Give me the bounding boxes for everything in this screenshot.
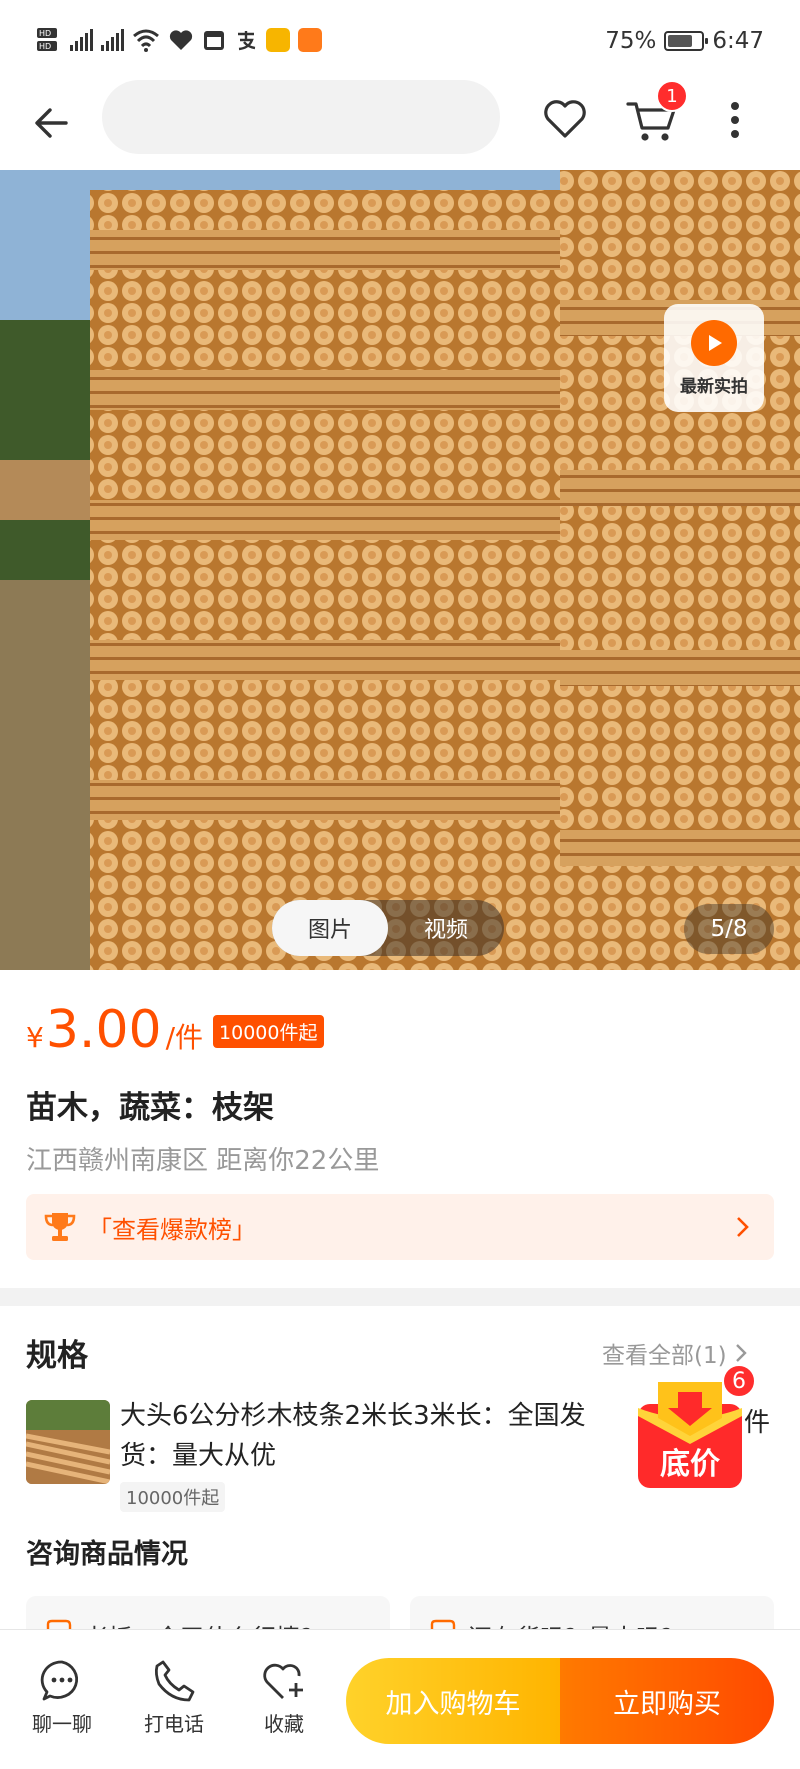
tab-video[interactable]: 视频 xyxy=(388,900,504,956)
hot-ranking-link[interactable]: 「查看爆款榜」 xyxy=(26,1194,774,1260)
signal-4g-icon xyxy=(101,29,124,51)
health-icon xyxy=(168,26,194,54)
more-vertical-icon[interactable] xyxy=(718,96,752,146)
product-image-gallery[interactable]: 最新实拍 图片 视频 5/8 xyxy=(0,170,800,970)
app-jar-icon xyxy=(266,28,290,52)
spec-item-name[interactable]: 大头6公分杉木枝条2米长3米长：全国发货：量大从优 xyxy=(120,1396,590,1476)
status-bar: HD HD 75% 6:47 xyxy=(0,0,800,80)
tab-photos[interactable]: 图片 xyxy=(272,900,388,956)
svg-text:HD: HD xyxy=(39,29,51,38)
top-nav: 1 xyxy=(0,80,800,170)
svg-text:HD: HD xyxy=(39,42,51,51)
heart-icon[interactable] xyxy=(540,94,590,144)
hd-sim-icon: HD HD xyxy=(36,26,62,54)
status-right: 75% 6:47 xyxy=(605,28,764,54)
price-value: 3.00 xyxy=(45,1000,162,1060)
buy-now-button[interactable]: 立即购买 xyxy=(560,1658,774,1744)
favorite-button[interactable]: 收藏 xyxy=(244,1658,324,1737)
clock: 6:47 xyxy=(712,28,764,54)
view-all-specs-link[interactable]: 查看全部(1) xyxy=(602,1336,749,1370)
product-title: 苗木，蔬菜：枝架 xyxy=(26,1090,274,1126)
spec-thumbnail[interactable] xyxy=(26,1400,110,1484)
wifi-icon xyxy=(132,26,160,54)
chat-icon xyxy=(40,1660,79,1701)
consult-title: 咨询商品情况 xyxy=(26,1539,188,1570)
moq-tag: 10000件起 xyxy=(213,1015,324,1048)
video-app-icon xyxy=(298,28,322,52)
media-type-toggle: 图片 视频 xyxy=(272,900,504,956)
phone-icon xyxy=(154,1660,195,1702)
search-input[interactable] xyxy=(102,80,500,154)
specs-card: 规格 查看全部(1) 大头6公分杉木枝条2米长3米长：全国发货：量大从优 件 1… xyxy=(0,1306,800,1676)
alipay-icon xyxy=(234,26,258,54)
price-row: ¥ 3.00 /件 10000件起 xyxy=(26,1000,324,1060)
chevron-right-icon xyxy=(737,1217,749,1237)
live-photo-button[interactable]: 最新实拍 xyxy=(664,304,764,412)
status-icons: HD HD xyxy=(36,26,322,54)
call-button[interactable]: 打电话 xyxy=(134,1658,214,1737)
promo-count-badge: 6 xyxy=(722,1364,756,1398)
signal-4g-icon xyxy=(70,29,93,51)
heart-add-icon xyxy=(263,1663,303,1699)
battery-percent: 75% xyxy=(605,28,657,54)
live-photo-label: 最新实拍 xyxy=(680,376,748,397)
spec-moq-tag: 10000件起 xyxy=(120,1482,226,1512)
trophy-icon xyxy=(44,1213,76,1241)
specs-title: 规格 xyxy=(26,1338,88,1374)
cart-count-badge: 1 xyxy=(656,80,688,112)
add-to-cart-button[interactable]: 加入购物车 xyxy=(346,1658,560,1744)
bottom-action-bar: 聊一聊 打电话 收藏 加入购物车 立即购买 xyxy=(0,1629,800,1769)
view-all-label: 查看全部(1) xyxy=(602,1343,727,1369)
product-info-card: ¥ 3.00 /件 10000件起 苗木，蔬菜：枝架 江西赣州南康区 距离你22… xyxy=(0,970,800,1288)
chat-button[interactable]: 聊一聊 xyxy=(22,1658,102,1737)
battery-icon xyxy=(664,31,709,51)
price-unit: /件 xyxy=(165,1021,204,1054)
battery-fill xyxy=(668,35,693,47)
play-icon xyxy=(691,319,737,366)
promo-label: 底价 xyxy=(660,1447,720,1482)
currency-symbol: ¥ xyxy=(26,1021,44,1054)
call-label: 打电话 xyxy=(144,1712,204,1736)
back-arrow-icon[interactable] xyxy=(28,98,78,148)
hot-ranking-label: 「查看爆款榜」 xyxy=(88,1215,256,1244)
product-photo xyxy=(0,170,800,970)
chevron-right-icon xyxy=(735,1344,747,1362)
seller-location: 江西赣州南康区 距离你22公里 xyxy=(26,1146,380,1176)
favorite-label: 收藏 xyxy=(264,1712,304,1736)
chat-label: 聊一聊 xyxy=(32,1712,92,1736)
image-counter: 5/8 xyxy=(684,904,774,954)
calendar-icon xyxy=(202,26,226,54)
